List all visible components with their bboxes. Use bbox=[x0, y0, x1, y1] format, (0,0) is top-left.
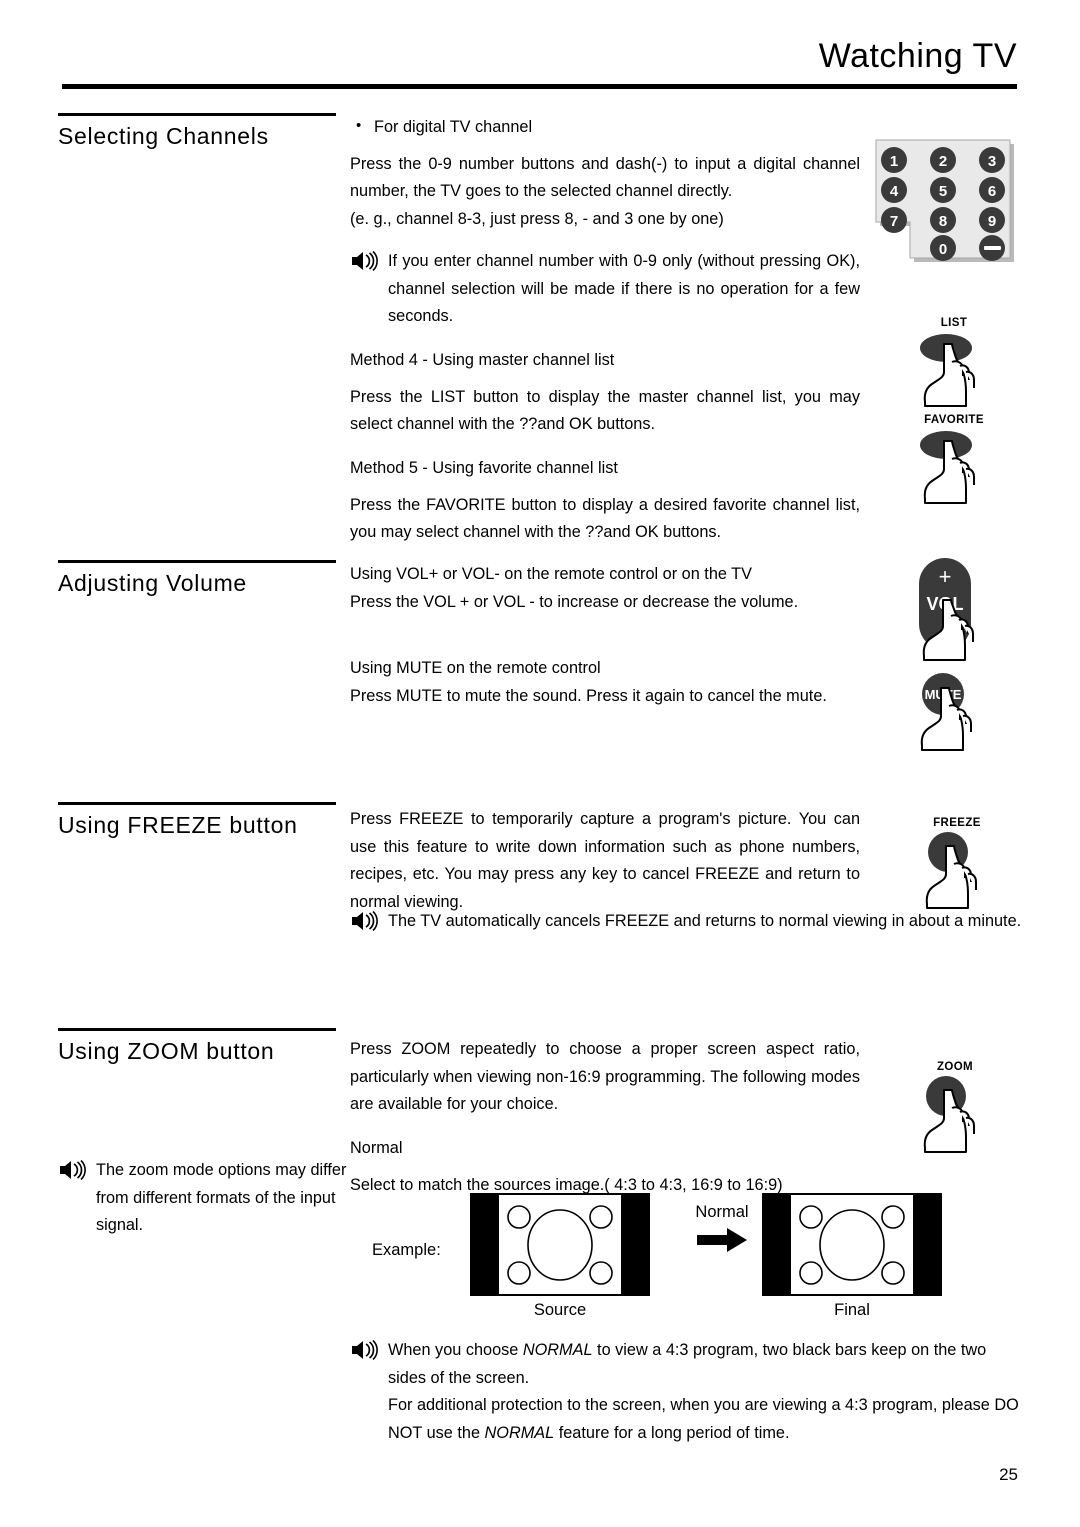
right-arrow-icon bbox=[697, 1228, 747, 1253]
keypad-key-dash bbox=[984, 246, 1001, 250]
note-line2-italic: NORMAL bbox=[484, 1424, 555, 1443]
freeze-body: Press FREEZE to temporarily capture a pr… bbox=[350, 806, 860, 917]
zoom-example-diagram: Example: Source Normal Final bbox=[350, 1185, 970, 1325]
selecting-channels-body: For digital TV channel Press the 0-9 num… bbox=[350, 113, 860, 547]
method-4-title: Method 4 - Using master channel list bbox=[350, 350, 615, 369]
heading-rule bbox=[58, 802, 336, 805]
freeze-paragraph: Press FREEZE to temporarily capture a pr… bbox=[350, 810, 860, 912]
section-heading-label: Selecting Channels bbox=[58, 123, 269, 149]
keypad-key-2: 2 bbox=[939, 153, 947, 170]
keypad-key-3: 3 bbox=[988, 153, 996, 170]
heading-rule bbox=[58, 560, 336, 563]
zoom-mode-title: Normal bbox=[350, 1139, 403, 1158]
hand-pressing-vol-button-icon: + VOL - bbox=[919, 558, 974, 661]
zoom-side-note: The zoom mode options may differ from di… bbox=[58, 1157, 348, 1240]
favorite-button-caption: FAVORITE bbox=[924, 414, 984, 426]
volume-sub-body-1: Press the VOL + or VOL - to increase or … bbox=[350, 592, 799, 611]
volume-sub-title-2: Using MUTE on the remote control bbox=[350, 659, 601, 677]
zoom-side-note-text: The zoom mode options may differ from di… bbox=[96, 1161, 347, 1235]
speaker-icon bbox=[58, 1159, 86, 1181]
section-heading-using-freeze: Using FREEZE button bbox=[58, 802, 340, 840]
final-tv-illustration bbox=[762, 1193, 942, 1296]
vol-plus-label: + bbox=[939, 564, 952, 589]
channel-entry-note-text: If you enter channel number with 0-9 onl… bbox=[388, 251, 860, 326]
speaker-icon bbox=[350, 910, 378, 932]
keypad-key-4: 4 bbox=[890, 183, 899, 200]
hand-pressing-button-icon bbox=[920, 333, 975, 407]
keypad-key-1: 1 bbox=[890, 153, 898, 170]
keypad-key-8: 8 bbox=[939, 213, 947, 230]
adjusting-volume-body: Using VOL+ or VOL- on the remote control… bbox=[350, 561, 860, 616]
channel-entry-note: If you enter channel number with 0-9 onl… bbox=[350, 248, 860, 331]
page-number: 25 bbox=[999, 1465, 1018, 1484]
final-caption: Final bbox=[834, 1301, 870, 1319]
speaker-icon bbox=[350, 250, 378, 271]
section-heading-label: Using FREEZE button bbox=[58, 812, 298, 838]
note-line2-b: feature for a long period of time. bbox=[554, 1424, 790, 1443]
method-5-title: Method 5 - Using favorite channel list bbox=[350, 459, 618, 478]
zoom-button-illustration: ZOOM bbox=[908, 1061, 1002, 1159]
digital-tv-para-1: Press the 0-9 number buttons and dash(-)… bbox=[350, 154, 860, 201]
source-caption: Source bbox=[533, 1301, 587, 1319]
page-title: Watching TV bbox=[818, 37, 1017, 75]
header-divider bbox=[62, 84, 1017, 90]
hand-pressing-button-icon bbox=[925, 831, 977, 909]
freeze-button-caption: FREEZE bbox=[933, 817, 981, 829]
section-heading-using-zoom: Using ZOOM button bbox=[58, 1028, 340, 1066]
digital-tv-bullet: For digital TV channel bbox=[350, 113, 860, 142]
zoom-paragraph: Press ZOOM repeatedly to choose a proper… bbox=[350, 1040, 860, 1114]
section-heading-label: Adjusting Volume bbox=[58, 570, 247, 596]
section-heading-label: Using ZOOM button bbox=[58, 1038, 275, 1064]
zoom-button-caption: ZOOM bbox=[936, 1061, 974, 1073]
keypad-key-7: 7 bbox=[890, 213, 898, 230]
heading-rule bbox=[58, 113, 336, 116]
volume-button-illustration: + VOL - bbox=[905, 556, 1005, 671]
method-4-body: Press the LIST button to display the mas… bbox=[350, 387, 860, 434]
hand-pressing-mute-button-icon: MUTE bbox=[920, 673, 972, 751]
note-line1-italic: NORMAL bbox=[522, 1341, 593, 1359]
mute-body: Using MUTE on the remote control Press M… bbox=[350, 655, 860, 710]
favorite-button-illustration: FAVORITE bbox=[900, 414, 1008, 512]
source-tv-illustration bbox=[470, 1193, 650, 1296]
keypad-key-5: 5 bbox=[939, 183, 947, 200]
volume-sub-body-2: Press MUTE to mute the sound. Press it a… bbox=[350, 686, 827, 705]
normal-mode-note: When you choose NORMAL to view a 4:3 pro… bbox=[350, 1337, 1022, 1448]
normal-mode-note-text: When you choose NORMAL to view a 4:3 pro… bbox=[388, 1337, 1022, 1448]
speaker-icon bbox=[350, 1339, 378, 1361]
section-heading-selecting-channels: Selecting Channels bbox=[58, 113, 340, 151]
volume-sub-title-1: Using VOL+ or VOL- on the remote control… bbox=[350, 565, 752, 583]
digital-tv-para-2: (e. g., channel 8-3, just press 8, - and… bbox=[350, 210, 724, 229]
section-heading-adjusting-volume: Adjusting Volume bbox=[58, 560, 340, 598]
list-button-illustration: LIST bbox=[908, 317, 1000, 415]
mute-button-illustration: MUTE bbox=[905, 672, 997, 759]
page-header: Watching TV bbox=[62, 37, 1017, 90]
hand-pressing-button-icon bbox=[923, 1075, 975, 1153]
example-label: Example: bbox=[372, 1241, 441, 1259]
keypad-key-9: 9 bbox=[988, 213, 996, 230]
keypad-key-0: 0 bbox=[939, 241, 947, 258]
heading-rule bbox=[58, 1028, 336, 1031]
freeze-button-illustration: FREEZE bbox=[908, 817, 1006, 915]
keypad-key-6: 6 bbox=[988, 183, 996, 200]
manual-page: Watching TV Selecting Channels Adjusting… bbox=[0, 0, 1080, 1527]
note-line1-a: When you choose bbox=[388, 1341, 523, 1359]
list-button-caption: LIST bbox=[940, 317, 968, 329]
hand-pressing-button-icon bbox=[920, 430, 975, 504]
zoom-body: Press ZOOM repeatedly to choose a proper… bbox=[350, 1036, 860, 1200]
method-5-body: Press the FAVORITE button to display a d… bbox=[350, 495, 860, 542]
numeric-keypad-illustration: 1 2 3 4 5 6 7 8 9 0 bbox=[868, 136, 1020, 268]
